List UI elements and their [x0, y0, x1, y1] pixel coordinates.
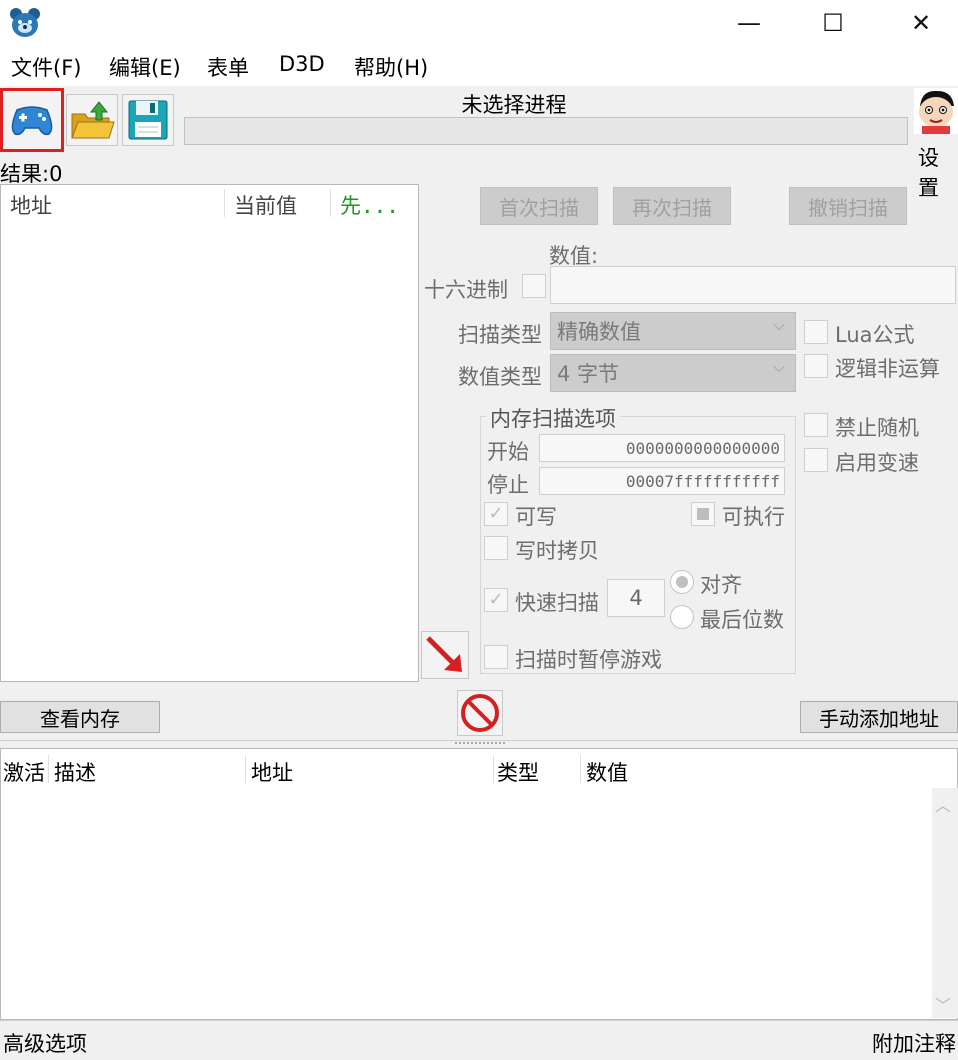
scroll-down-icon[interactable]: ﹀ [935, 992, 951, 1016]
pause-game-checkbox[interactable] [484, 645, 508, 669]
results-col-previous-value[interactable]: 先... [340, 190, 399, 220]
fast-scan-checkbox[interactable]: ✓ [484, 588, 508, 612]
table-col-value[interactable]: 数值 [586, 757, 628, 787]
splitter-grip-icon[interactable] [455, 742, 505, 746]
speedhack-checkbox[interactable] [804, 448, 828, 472]
header-divider [48, 755, 49, 783]
scan-type-value: 精确数值 [557, 320, 641, 344]
results-col-current-value[interactable]: 当前值 [234, 190, 297, 220]
header-divider [245, 755, 246, 783]
add-address-manually-button[interactable]: 手动添加地址 [800, 701, 958, 733]
view-memory-button[interactable]: 查看内存 [0, 701, 160, 733]
table-extras-link[interactable]: 附加注释 [872, 1028, 956, 1058]
advanced-options-link[interactable]: 高级选项 [3, 1028, 87, 1058]
vertical-scrollbar[interactable] [932, 788, 958, 1018]
speedhack-label: 启用变速 [835, 451, 919, 475]
no-random-checkbox[interactable] [804, 413, 828, 437]
stop-label: 停止 [487, 473, 529, 497]
menu-table[interactable]: 表单 [207, 52, 249, 82]
hex-checkbox[interactable] [522, 274, 546, 298]
scan-progress-bar [184, 117, 908, 145]
chevron-down-icon: ⌵ [772, 315, 785, 334]
fast-scan-alignment-input[interactable]: 4 [607, 579, 665, 617]
align-radio[interactable] [670, 570, 694, 594]
not-operation-label: 逻辑非运算 [835, 357, 940, 381]
pause-game-label: 扫描时暂停游戏 [515, 648, 662, 672]
lua-formula-checkbox[interactable] [804, 320, 828, 344]
address-table[interactable] [0, 748, 958, 1020]
minimize-button[interactable]: — [726, 0, 772, 46]
align-label: 对齐 [700, 573, 742, 597]
hex-label: 十六进制 [424, 278, 508, 302]
executable-checkbox[interactable] [691, 502, 715, 526]
radio-dot-icon [676, 576, 688, 588]
menu-file[interactable]: 文件(F) [11, 52, 81, 82]
app-bear-icon [8, 6, 42, 40]
next-scan-button[interactable]: 再次扫描 [613, 187, 731, 225]
no-entry-icon [461, 694, 499, 732]
maximize-button[interactable]: ☐ [810, 0, 856, 46]
stop-address-input[interactable]: 00007fffffffffff [539, 467, 785, 495]
chevron-down-icon: ⌵ [772, 357, 785, 376]
not-operation-checkbox[interactable] [804, 354, 828, 378]
writable-label: 可写 [515, 505, 557, 529]
executable-label: 可执行 [722, 505, 785, 529]
last-digits-label: 最后位数 [700, 608, 784, 632]
scan-type-select[interactable]: 精确数值 ⌵ [550, 312, 796, 350]
no-random-label: 禁止随机 [835, 416, 919, 440]
menu-d3d[interactable]: D3D [279, 52, 325, 76]
scan-type-label: 扫描类型 [458, 323, 542, 347]
fast-scan-label: 快速扫描 [515, 591, 599, 615]
results-col-address[interactable]: 地址 [10, 190, 52, 220]
header-divider [224, 189, 225, 217]
settings-avatar-icon[interactable] [914, 88, 958, 134]
value-input[interactable] [550, 266, 956, 304]
memory-scan-options-title: 内存扫描选项 [486, 403, 620, 433]
menu-help[interactable]: 帮助(H) [354, 52, 428, 82]
value-type-select[interactable]: 4 字节 ⌵ [550, 354, 796, 392]
start-address-input[interactable]: 0000000000000000 [539, 434, 785, 462]
last-digits-radio[interactable] [670, 605, 694, 629]
add-selected-to-list-button[interactable] [421, 631, 469, 679]
table-col-type[interactable]: 类型 [497, 757, 539, 787]
header-divider [330, 189, 331, 217]
table-col-address[interactable]: 地址 [251, 757, 293, 787]
settings-label[interactable]: 设置 [918, 142, 958, 202]
copy-on-write-label: 写时拷贝 [515, 539, 599, 563]
menu-edit[interactable]: 编辑(E) [109, 52, 181, 82]
scroll-up-icon[interactable]: ︿ [935, 792, 951, 816]
value-type-label: 数值类型 [458, 365, 542, 389]
close-button[interactable]: ✕ [898, 0, 944, 46]
lua-formula-label: Lua公式 [835, 323, 915, 347]
results-list[interactable] [0, 184, 419, 682]
first-scan-button[interactable]: 首次扫描 [480, 187, 598, 225]
writable-checkbox[interactable]: ✓ [484, 502, 508, 526]
status-bar [0, 1020, 958, 1060]
red-arrow-icon [426, 636, 462, 672]
stop-button[interactable] [457, 690, 503, 736]
indeterminate-mark-icon [697, 508, 709, 520]
copy-on-write-checkbox[interactable] [484, 536, 508, 560]
start-label: 开始 [487, 440, 529, 464]
process-title: 未选择进程 [461, 93, 567, 117]
table-col-description[interactable]: 描述 [54, 757, 96, 787]
undo-scan-button[interactable]: 撤销扫描 [789, 187, 907, 225]
header-divider [580, 755, 581, 783]
header-divider [493, 755, 494, 783]
table-col-active[interactable]: 激活 [3, 757, 45, 787]
value-type-value: 4 字节 [557, 362, 620, 386]
